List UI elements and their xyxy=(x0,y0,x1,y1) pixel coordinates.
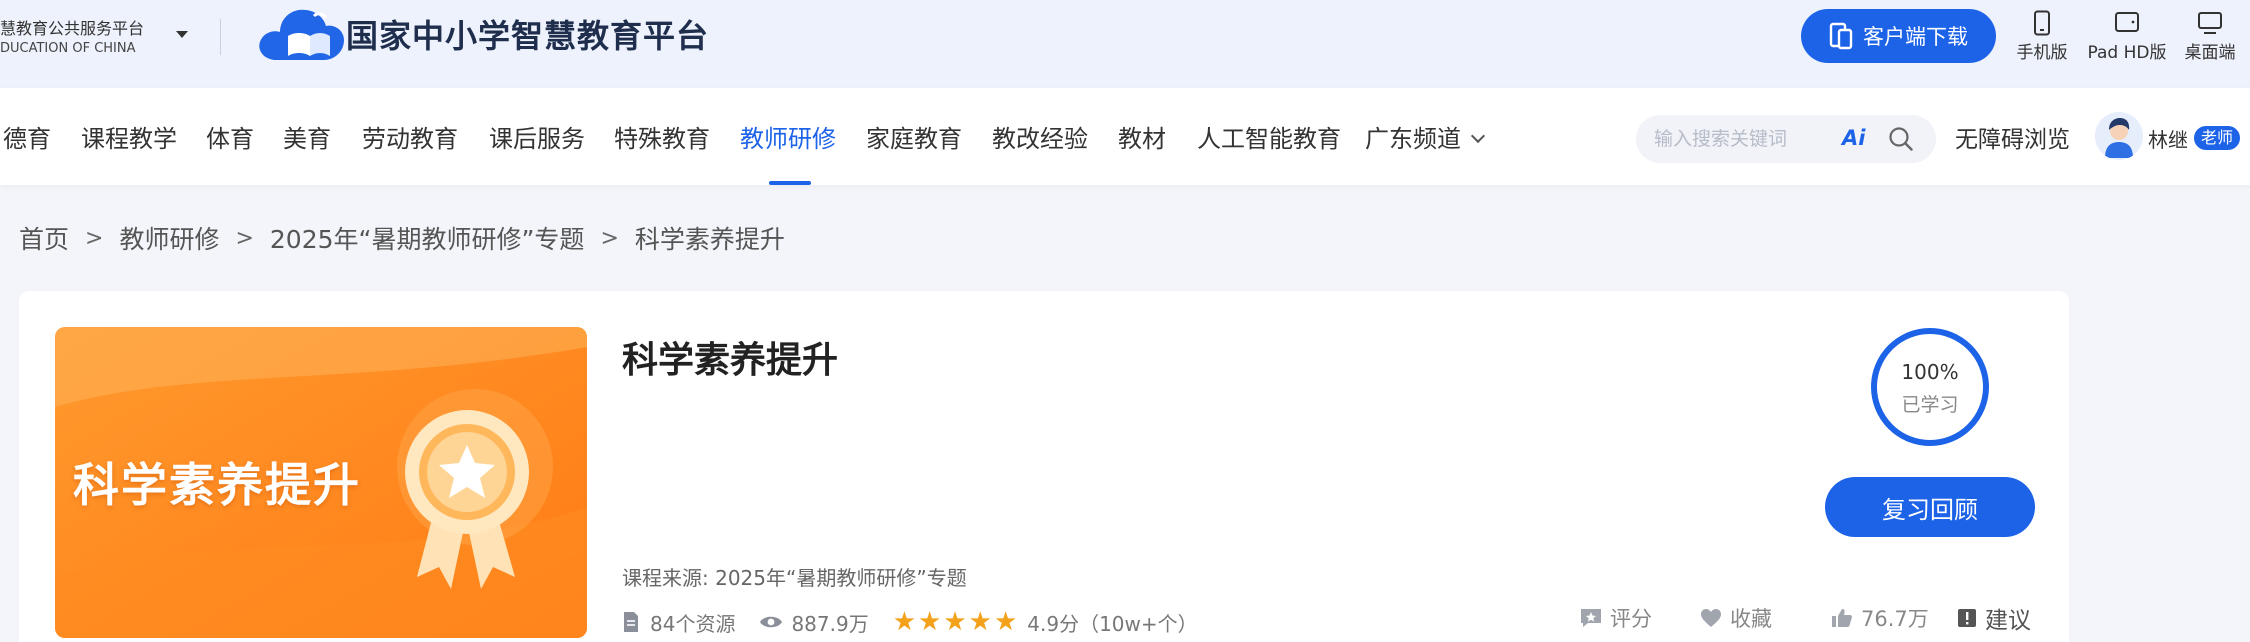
breadcrumb-home[interactable]: 首页 xyxy=(19,220,69,256)
device-label: 手机版 xyxy=(2016,43,2068,63)
nav-item-arts[interactable]: 美育 xyxy=(283,88,331,185)
eye-icon xyxy=(760,616,783,628)
search-icon[interactable] xyxy=(1888,126,1914,152)
favorite-button[interactable]: 收藏 xyxy=(1700,603,1772,633)
course-source: 课程来源: 2025年“暑期教师研修”专题 xyxy=(622,562,967,591)
comment-icon xyxy=(1581,609,1601,627)
course-title: 科学素养提升 xyxy=(622,340,839,381)
star-icon: ★ xyxy=(892,607,917,637)
rate-label: 评分 xyxy=(1610,607,1652,631)
star-icon: ★ xyxy=(943,607,967,637)
nav-item-special-ed[interactable]: 特殊教育 xyxy=(614,88,710,185)
platform-logo[interactable] xyxy=(254,2,352,70)
caret-down-icon[interactable] xyxy=(176,31,188,38)
review-button[interactable]: 复习回顾 xyxy=(1825,477,2035,537)
breadcrumb-teacher-training[interactable]: 教师研修 xyxy=(119,220,219,256)
nav-item-guangdong[interactable]: 广东频道 xyxy=(1365,88,1461,185)
accessibility-link[interactable]: 无障碍浏览 xyxy=(1955,120,2070,154)
user-avatar-icon xyxy=(2095,112,2143,160)
device-tablet[interactable]: Pad HD版 xyxy=(2083,6,2171,68)
progress-ring: 100% 已学习 xyxy=(1871,328,1989,446)
nav-item-courses[interactable]: 课程教学 xyxy=(81,88,177,185)
download-client-button[interactable]: 客户端下载 xyxy=(1801,9,1996,63)
source-label: 课程来源: xyxy=(622,566,709,590)
course-meta: 84个资源 887.9万 ★ ★ ★ ★ ★ 4.9分（10w+个） xyxy=(622,608,1198,636)
suggest-label: 建议 xyxy=(1985,608,2031,634)
star-icon: ★ xyxy=(968,607,992,637)
device-phone[interactable]: 手机版 xyxy=(1998,6,2086,68)
nav-item-labor[interactable]: 劳动教育 xyxy=(362,88,458,185)
nav-item-teacher-training[interactable]: 教师研修 xyxy=(740,88,836,185)
breadcrumb-current: 科学素养提升 xyxy=(634,225,785,254)
tablet-icon xyxy=(2115,12,2139,32)
nav-item-textbooks[interactable]: 教材 xyxy=(1118,88,1166,185)
view-count: 887.9万 xyxy=(791,611,869,636)
breadcrumb-separator: > xyxy=(85,225,104,251)
divider xyxy=(220,19,221,55)
role-badge: 老师 xyxy=(2194,126,2241,150)
org-name-en: DUCATION OF CHINA xyxy=(0,41,136,56)
heart-icon xyxy=(1701,609,1721,627)
phone-icon xyxy=(2034,10,2050,36)
download-label: 客户端下载 xyxy=(1863,25,1968,49)
course-cover[interactable]: 科学素养提升 xyxy=(55,327,587,638)
thumbs-up-icon xyxy=(1832,609,1852,627)
cover-title: 科学素养提升 xyxy=(73,458,361,512)
org-name: 慧教育公共服务平台 xyxy=(0,19,145,38)
top-bar: 慧教育公共服务平台 DUCATION OF CHINA 国家中小学智慧教育平台 … xyxy=(0,0,2250,88)
rating-stars: ★ ★ ★ ★ ★ xyxy=(893,609,1018,635)
user-name[interactable]: 林继 xyxy=(2148,124,2188,153)
device-label: 桌面端 xyxy=(2184,43,2236,63)
client-download-icon xyxy=(1829,22,1853,50)
star-icon: ★ xyxy=(918,607,942,637)
device-desktop[interactable]: 桌面端 xyxy=(2166,6,2250,68)
resource-count: 84个资源 xyxy=(650,611,736,636)
source-value[interactable]: 2025年“暑期教师研修”专题 xyxy=(715,566,967,590)
suggest-button[interactable]: 建议 xyxy=(1957,603,2031,634)
nav-item-family[interactable]: 家庭教育 xyxy=(866,88,962,185)
search-input[interactable] xyxy=(1654,115,1854,163)
nav-item-after-school[interactable]: 课后服务 xyxy=(489,88,585,185)
document-icon xyxy=(624,612,638,632)
rate-button[interactable]: 评分 xyxy=(1580,603,1652,633)
favorite-label: 收藏 xyxy=(1730,607,1772,631)
star-icon: ★ xyxy=(993,607,1018,637)
progress-percent: 100% xyxy=(1901,360,1959,384)
feedback-icon xyxy=(1958,609,1976,627)
platform-name[interactable]: 国家中小学智慧教育平台 xyxy=(346,14,709,58)
nav-item-ai-education[interactable]: 人工智能教育 xyxy=(1197,88,1341,185)
like-count: 76.7万 xyxy=(1861,607,1929,631)
device-label: Pad HD版 xyxy=(2087,43,2167,63)
nav-item-reform[interactable]: 教改经验 xyxy=(992,88,1088,185)
rating-text: 4.9分（10w+个） xyxy=(1027,611,1198,636)
breadcrumb-topic[interactable]: 2025年“暑期教师研修”专题 xyxy=(270,220,585,256)
avatar[interactable] xyxy=(2095,112,2143,160)
ai-search-icon[interactable]: Ai xyxy=(1842,126,1865,150)
progress-label: 已学习 xyxy=(1901,394,1959,416)
breadcrumb: 首页 > 教师研修 > 2025年“暑期教师研修”专题 > 科学素养提升 xyxy=(19,220,785,256)
breadcrumb-separator: > xyxy=(600,225,619,251)
nav-active-indicator xyxy=(769,181,811,185)
like-button[interactable]: 76.7万 xyxy=(1831,603,1929,633)
org-switcher[interactable]: 慧教育公共服务平台 DUCATION OF CHINA xyxy=(0,18,150,58)
nav-item-sports[interactable]: 体育 xyxy=(206,88,254,185)
nav-item-moral[interactable]: 德育 xyxy=(3,88,51,185)
breadcrumb-separator: > xyxy=(235,225,254,251)
desktop-icon xyxy=(2198,12,2222,34)
